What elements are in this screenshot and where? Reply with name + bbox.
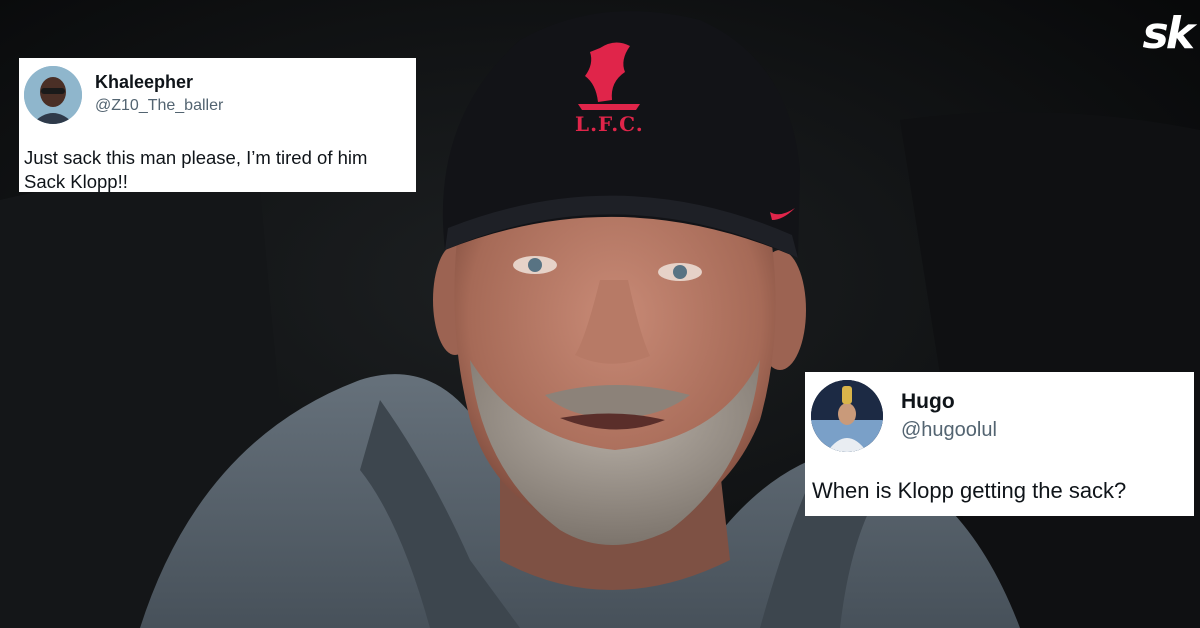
avatar-photo-icon: [811, 380, 883, 452]
tweet-author-name: Hugo: [901, 390, 955, 413]
tweet-text-line: Just sack this man please, I’m tired of …: [24, 147, 368, 168]
tweet-text-line: When is Klopp getting the sack?: [812, 478, 1127, 503]
tweet-text: When is Klopp getting the sack?: [812, 476, 1192, 505]
avatar-photo-icon: [24, 66, 82, 124]
tweet-text-line: Sack Klopp!!: [24, 171, 128, 193]
avatar[interactable]: [24, 66, 82, 124]
tweet-author-handle: @hugoolul: [901, 419, 997, 441]
tweet-author-name: Khaleepher: [95, 72, 194, 92]
cap-badge-text: L.F.C.: [575, 112, 644, 136]
tweet-text: Just sack this man please, I’m tired of …: [24, 146, 414, 195]
tweet-author-handle: @Z10_The_baller: [95, 97, 224, 114]
sk-logo: sk: [1142, 8, 1195, 59]
tweet-card-hugo[interactable]: Hugo @hugoolul When is Klopp getting the…: [805, 372, 1194, 516]
avatar[interactable]: [811, 380, 883, 452]
tweet-card-khaleepher[interactable]: Khaleepher @Z10_The_baller Just sack thi…: [19, 58, 416, 192]
